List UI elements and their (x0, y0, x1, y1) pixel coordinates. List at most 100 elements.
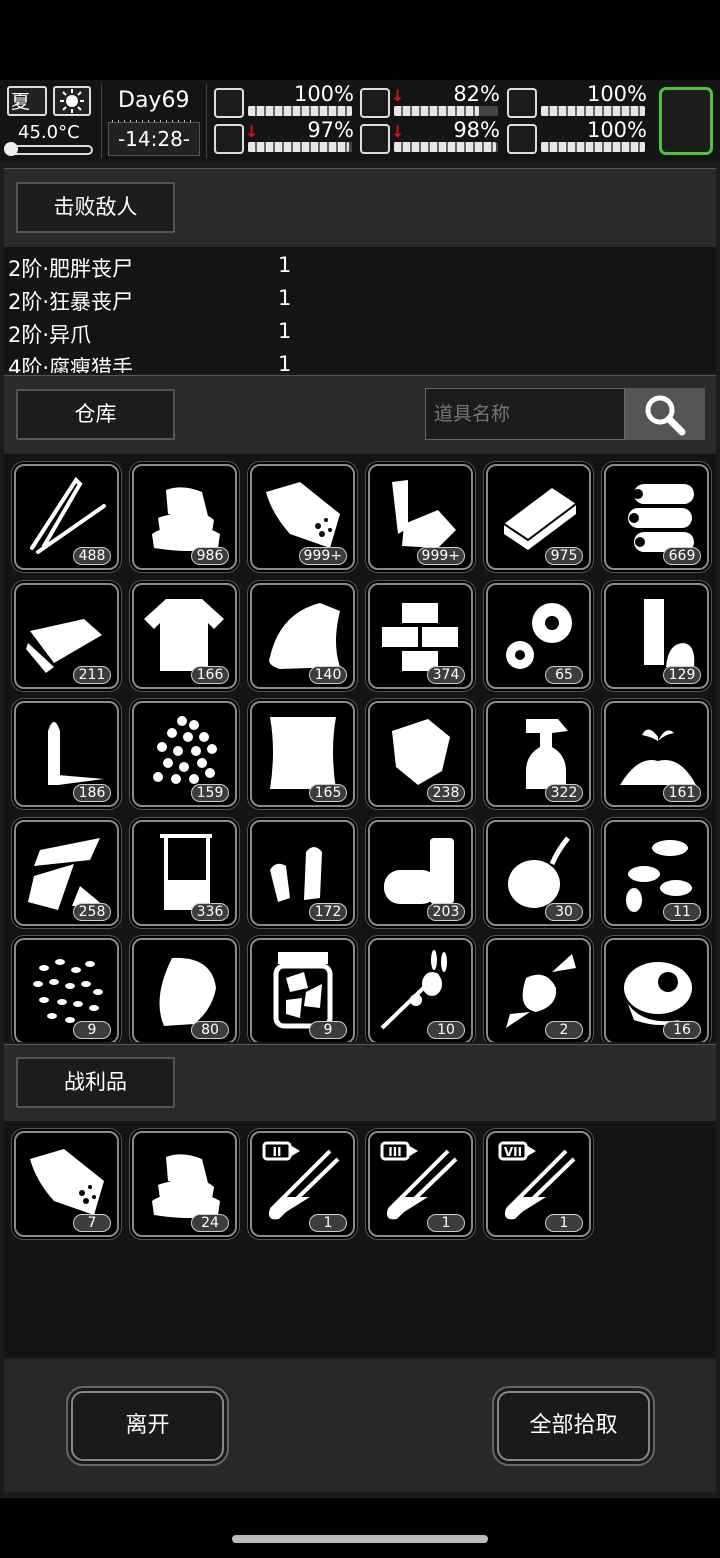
stat-bar-track (541, 142, 645, 152)
defeated-list[interactable]: 2阶·肥胖丧尸 1 2阶·狂暴丧尸 1 2阶·异爪 1 4阶·腐瘦猎手 1 (4, 247, 716, 373)
cans-icon (384, 837, 454, 904)
item-slot[interactable]: 9 (14, 938, 119, 1042)
item-count: 172 (309, 902, 347, 921)
item-slot[interactable]: 999+ (250, 464, 355, 570)
item-count: 203 (427, 902, 465, 921)
item-slot[interactable]: VII 1 (486, 1131, 591, 1237)
item-slot[interactable]: 166 (132, 582, 237, 689)
take-all-button[interactable]: 全部拾取 (497, 1391, 650, 1461)
item-slot[interactable]: III 1 (368, 1131, 473, 1237)
item-count: 186 (73, 784, 111, 802)
item-slot[interactable]: 65 (486, 582, 591, 689)
candy-icon (506, 954, 576, 1028)
item-slot[interactable]: 172 (250, 819, 355, 926)
status-hud: 夏 45.0°C Day69 -14:28- 100% ↓ 82% 100% ↓ 97% ↓… (0, 80, 720, 163)
enemy-name: 4阶·腐瘦猎手 (8, 356, 134, 373)
leave-button[interactable]: 离开 (71, 1391, 224, 1461)
item-count: 65 (545, 665, 583, 684)
item-count: 16 (663, 1021, 701, 1039)
item-count: 165 (309, 784, 347, 802)
towel-icon (269, 602, 340, 669)
loot-grid[interactable]: 7 24 II 1 III 1 VII 1 (4, 1121, 716, 1357)
item-count: 1 (427, 1214, 465, 1232)
stat-bar-fill (248, 142, 349, 152)
warehouse-title-label: 仓库 (74, 402, 117, 426)
item-slot[interactable]: 669 (604, 464, 709, 570)
item-count: 374 (427, 665, 465, 684)
cloth-stack-icon (152, 487, 220, 551)
item-slot[interactable]: 7 (14, 1131, 119, 1237)
search-button[interactable] (625, 388, 705, 440)
item-slot[interactable]: 161 (604, 701, 709, 807)
stat-bar-track (248, 106, 352, 116)
take-all-label: 全部拾取 (529, 1413, 618, 1438)
item-search-input[interactable] (425, 388, 625, 440)
meat-chunk-icon (266, 482, 340, 548)
footer-bar: 离开 全部拾取 (4, 1359, 716, 1492)
item-count: 161 (663, 784, 701, 802)
item-count: 140 (309, 665, 347, 684)
item-slot[interactable]: 211 (14, 582, 119, 689)
stat-bar-track (541, 106, 645, 116)
item-count: 322 (545, 784, 583, 802)
item-slot[interactable]: 11 (604, 819, 709, 926)
item-count: 488 (73, 547, 111, 565)
item-slot[interactable]: 9 (250, 938, 355, 1042)
gears-icon (506, 602, 572, 669)
item-slot[interactable]: 140 (250, 582, 355, 689)
item-slot[interactable]: 374 (368, 582, 473, 689)
item-slot[interactable]: 165 (250, 701, 355, 807)
item-slot[interactable]: 203 (368, 819, 473, 926)
item-slot[interactable]: 999+ (368, 464, 473, 570)
item-slot[interactable]: 16 (604, 938, 709, 1042)
scrap-parts-icon (392, 480, 456, 548)
home-indicator[interactable] (232, 1535, 488, 1543)
item-count: 999+ (298, 547, 347, 565)
onion-icon (508, 835, 570, 908)
stat-bar-fill (394, 142, 496, 152)
defeated-title: 击败敌人 (16, 182, 175, 233)
item-slot[interactable]: 238 (368, 701, 473, 807)
item-slot[interactable]: 30 (486, 819, 591, 926)
item-slot[interactable]: 159 (132, 701, 237, 807)
item-slot[interactable]: 322 (486, 701, 591, 807)
soil-sprout-icon (620, 729, 696, 785)
enemy-count: 1 (278, 319, 292, 343)
item-count: 30 (545, 902, 583, 921)
enemy-row: 2阶·异爪 1 (8, 319, 708, 349)
item-slot[interactable]: 186 (14, 701, 119, 807)
item-count: 10 (427, 1021, 465, 1039)
stat-value: 97% (307, 118, 354, 142)
enemy-count: 1 (278, 253, 292, 277)
sun-icon (53, 86, 91, 116)
item-count: 24 (191, 1214, 229, 1232)
warehouse-grid[interactable]: 488 986 999+ 999+ 975 669 211 166 140 374 65 129 186… (4, 454, 716, 1042)
loot-header: 战利品 (4, 1044, 716, 1122)
item-slot[interactable]: 258 (14, 819, 119, 926)
stat-bar-fill (394, 106, 479, 116)
item-slot[interactable]: 975 (486, 464, 591, 570)
loot-title-label: 战利品 (64, 1070, 127, 1094)
item-slot[interactable]: 24 (132, 1131, 237, 1237)
item-slot[interactable]: 488 (14, 464, 119, 570)
equipped-slot[interactable] (659, 87, 713, 155)
item-count: 9 (309, 1021, 347, 1039)
divider (101, 84, 102, 158)
stat-bar-track (394, 142, 498, 152)
item-slot[interactable]: 10 (368, 938, 473, 1042)
crumpled-paper-icon (392, 719, 450, 785)
temperature-readout: 45.0°C (18, 122, 80, 143)
season-label: 夏 (11, 91, 31, 113)
item-slot[interactable]: 2 (486, 938, 591, 1042)
item-count: 211 (73, 665, 111, 684)
item-slot[interactable]: 129 (604, 582, 709, 689)
item-slot[interactable]: II 1 (250, 1131, 355, 1237)
item-count: 669 (663, 547, 701, 565)
item-slot[interactable]: 986 (132, 464, 237, 570)
small-seeds-icon (33, 959, 103, 1023)
item-count: 80 (191, 1021, 229, 1039)
item-count: 159 (191, 784, 229, 802)
item-slot[interactable]: 80 (132, 938, 237, 1042)
spray-bottle-icon (526, 719, 568, 789)
item-slot[interactable]: 336 (132, 819, 237, 926)
